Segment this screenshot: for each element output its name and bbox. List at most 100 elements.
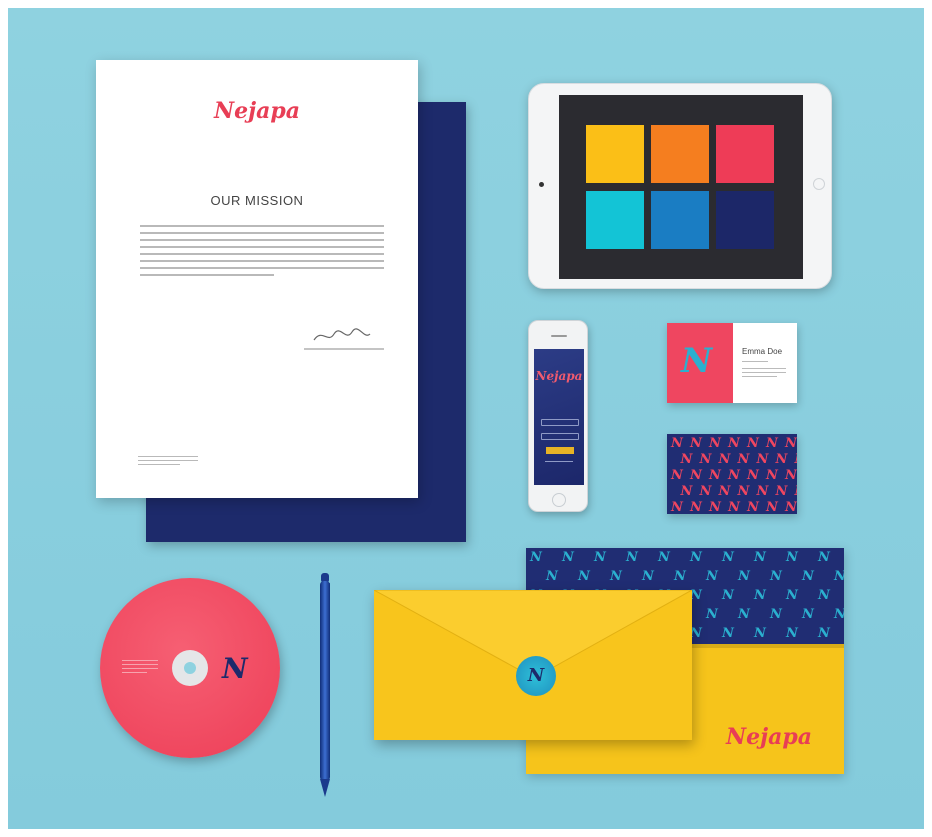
- liner-monogram: N: [530, 550, 542, 565]
- smartphone-device: Nejapa: [528, 320, 588, 512]
- pattern-monogram: N: [728, 436, 740, 451]
- color-swatch-orange: [651, 125, 709, 183]
- liner-monogram: N: [818, 550, 830, 565]
- liner-monogram: N: [562, 550, 574, 565]
- email-field: [541, 419, 579, 426]
- liner-monogram: N: [578, 569, 590, 584]
- phone-home-button: [552, 493, 566, 507]
- cd-monogram: N: [222, 652, 248, 685]
- letterhead-heading: OUR MISSION: [210, 193, 304, 208]
- pattern-monogram: N: [699, 452, 712, 467]
- card-monogram: N: [681, 341, 713, 381]
- liner-monogram: N: [722, 588, 734, 603]
- liner-monogram: N: [818, 626, 830, 641]
- liner-monogram: N: [770, 607, 782, 622]
- pattern-monogram: N: [756, 484, 769, 499]
- signature-caption: [304, 348, 384, 350]
- business-card-front: N Emma Doe: [667, 323, 797, 403]
- pattern-monogram: N: [680, 484, 693, 499]
- liner-monogram: N: [690, 550, 702, 565]
- color-swatch-blue: [651, 191, 709, 249]
- pattern-monogram: N: [718, 484, 731, 499]
- cd-hole: [184, 662, 196, 674]
- pattern-monogram: N: [766, 500, 778, 514]
- pattern-monogram: N: [795, 452, 798, 467]
- cd-text-lines: [122, 660, 158, 673]
- pattern-monogram: N: [747, 500, 759, 514]
- pattern-monogram: N: [737, 452, 750, 467]
- color-swatch-yellow: [586, 125, 644, 183]
- sign-in-button: [546, 447, 574, 454]
- liner-monogram: N: [642, 569, 654, 584]
- liner-monogram: N: [546, 569, 558, 584]
- forgot-password-link: [534, 461, 584, 463]
- liner-monogram: N: [754, 626, 766, 641]
- liner-monogram: N: [754, 588, 766, 603]
- card-contact-lines: [742, 361, 786, 377]
- liner-monogram: N: [786, 626, 798, 641]
- liner-monogram: N: [674, 569, 686, 584]
- pattern-monogram: N: [699, 484, 712, 499]
- pen: [318, 573, 332, 799]
- pattern-monogram: N: [795, 484, 798, 499]
- pattern-monogram: N: [756, 452, 769, 467]
- pattern-monogram: N: [737, 484, 750, 499]
- pattern-monogram: N: [718, 452, 731, 467]
- business-card-back: NNNNNNNNNNNNNNNNNNNNNNNNNNNNNNNNNNN: [667, 434, 797, 514]
- pattern-monogram: N: [680, 452, 693, 467]
- envelope-front-closed: N: [374, 590, 692, 740]
- pattern-monogram: N: [671, 436, 683, 451]
- pattern-monogram: N: [728, 468, 740, 483]
- letterhead-logo: Nejapa: [214, 98, 300, 124]
- liner-monogram: N: [834, 607, 844, 622]
- phone-logo: Nejapa: [535, 369, 583, 383]
- letter-footer-address: [138, 456, 198, 470]
- liner-monogram: N: [770, 569, 782, 584]
- pattern-monogram: N: [671, 500, 683, 514]
- envelope-seal-sticker: N: [516, 656, 556, 696]
- liner-monogram: N: [802, 607, 814, 622]
- envelope-logo: Nejapa: [726, 724, 812, 750]
- phone-speaker: [551, 335, 567, 337]
- color-swatch-coral: [716, 125, 774, 183]
- card-holder-name: Emma Doe: [742, 347, 783, 356]
- liner-monogram: N: [722, 550, 734, 565]
- pattern-monogram: N: [775, 484, 788, 499]
- pattern-monogram: N: [747, 468, 759, 483]
- pattern-monogram: N: [728, 500, 740, 514]
- card-red-panel: N: [667, 323, 733, 403]
- liner-monogram: N: [786, 588, 798, 603]
- pattern-monogram: N: [690, 500, 702, 514]
- liner-monogram: N: [722, 626, 734, 641]
- liner-monogram: N: [786, 550, 798, 565]
- pattern-monogram: N: [766, 436, 778, 451]
- tablet-camera-dot: [539, 182, 544, 187]
- liner-monogram: N: [706, 569, 718, 584]
- pattern-monogram: N: [709, 500, 721, 514]
- pattern-monogram: N: [785, 500, 797, 514]
- liner-monogram: N: [738, 607, 750, 622]
- liner-monogram: N: [802, 569, 814, 584]
- tablet-home-button: [813, 178, 825, 190]
- branding-mockup-scene: Nejapa OUR MISSION Nejapa N Emma Doe N N…: [8, 8, 924, 829]
- letter-body-text: [140, 225, 384, 285]
- color-swatch-navy: [716, 191, 774, 249]
- liner-monogram: N: [594, 550, 606, 565]
- pattern-monogram: N: [785, 436, 797, 451]
- pattern-monogram: N: [709, 468, 721, 483]
- liner-monogram: N: [626, 550, 638, 565]
- liner-monogram: N: [738, 569, 750, 584]
- liner-monogram: N: [818, 588, 830, 603]
- tablet-screen: [559, 95, 803, 279]
- password-field: [541, 433, 579, 440]
- pattern-monogram: N: [785, 468, 797, 483]
- color-swatch-cyan: [586, 191, 644, 249]
- pattern-monogram: N: [690, 436, 702, 451]
- tablet-device: [528, 83, 832, 289]
- liner-monogram: N: [834, 569, 844, 584]
- pattern-monogram: N: [709, 436, 721, 451]
- pattern-monogram: N: [690, 468, 702, 483]
- pattern-monogram: N: [775, 452, 788, 467]
- phone-login-screen: Nejapa: [534, 349, 584, 485]
- liner-monogram: N: [610, 569, 622, 584]
